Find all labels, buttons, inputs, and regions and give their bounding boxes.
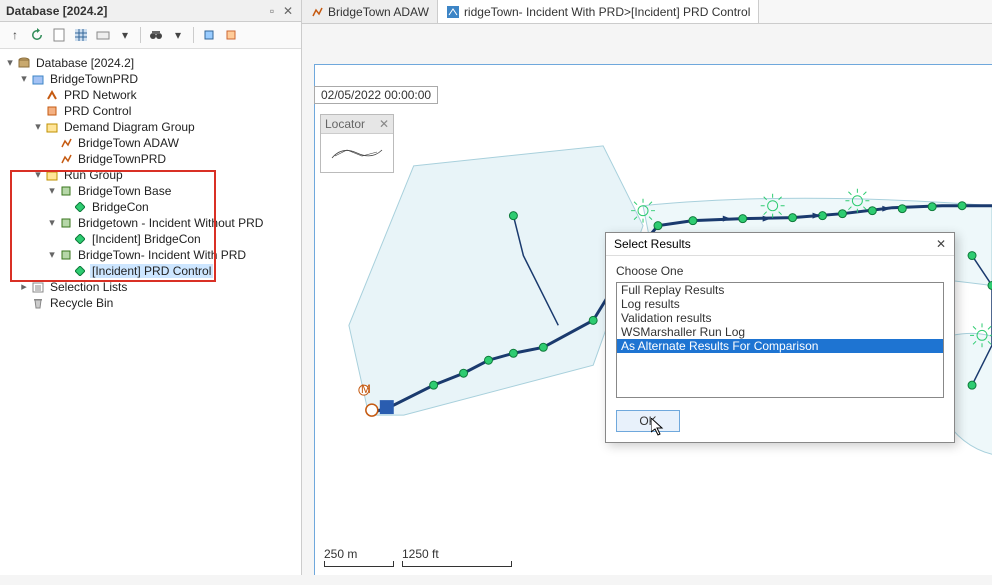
- list-item[interactable]: Validation results: [617, 311, 943, 325]
- tree-adaw[interactable]: BridgeTown ADAW: [4, 135, 297, 151]
- list-item[interactable]: WSMarshaller Run Log: [617, 325, 943, 339]
- doc-icon[interactable]: [50, 26, 68, 44]
- timestamp-value: 02/05/2022 00:00:00: [321, 88, 431, 102]
- result-icon: [72, 232, 88, 246]
- folder-icon: [30, 72, 46, 86]
- database-toolbar: ↑ ▾ ▾: [0, 22, 301, 49]
- tree-run2c[interactable]: [Incident] BridgeCon: [4, 231, 297, 247]
- tree-network[interactable]: PRD Network: [4, 87, 297, 103]
- tree-label: BridgeTown- Incident With PRD: [76, 248, 248, 262]
- tool-a-icon[interactable]: [200, 26, 218, 44]
- refresh-icon[interactable]: [28, 26, 46, 44]
- tab-label: BridgeTown ADAW: [328, 5, 429, 19]
- tree-label: Demand Diagram Group: [62, 120, 197, 134]
- tree-run1[interactable]: ▾ BridgeTown Base: [4, 183, 297, 199]
- tree-label: [Incident] BridgeCon: [90, 232, 203, 246]
- list-item[interactable]: As Alternate Results For Comparison: [617, 339, 943, 353]
- tree-label: Database [2024.2]: [34, 56, 136, 70]
- expander-icon[interactable]: ▾: [32, 122, 44, 133]
- panel-close-icon[interactable]: ✕: [281, 4, 295, 18]
- tree-label: BridgeCon: [90, 200, 151, 214]
- expander-icon[interactable]: ▾: [46, 250, 58, 261]
- ok-button[interactable]: OK: [616, 410, 680, 432]
- expander-icon[interactable]: ▾: [46, 186, 58, 197]
- tree-ddg[interactable]: ▾ Demand Diagram Group: [4, 119, 297, 135]
- tree-label: BridgeTown Base: [76, 184, 173, 198]
- scale-bar: 250 m 1250 ft: [324, 547, 512, 567]
- select-results-dialog: Select Results ✕ Choose One Full Replay …: [605, 232, 955, 443]
- results-listbox[interactable]: Full Replay Results Log results Validati…: [616, 282, 944, 398]
- tree-root[interactable]: ▾ Database [2024.2]: [4, 55, 297, 71]
- tree-run3[interactable]: ▾ BridgeTown- Incident With PRD: [4, 247, 297, 263]
- expander-icon[interactable]: ▾: [4, 58, 16, 69]
- database-icon: [16, 56, 32, 70]
- dialog-title: Select Results: [614, 237, 691, 251]
- tree-label: Selection Lists: [48, 280, 129, 294]
- expander-icon[interactable]: ▾: [32, 170, 44, 181]
- group-icon: [44, 120, 60, 134]
- close-icon[interactable]: ✕: [936, 237, 946, 251]
- nav-up-icon[interactable]: ↑: [6, 26, 24, 44]
- scale-1250ft: 1250 ft: [402, 547, 439, 561]
- dropdown-icon-2[interactable]: ▾: [169, 26, 187, 44]
- tree-label: Recycle Bin: [48, 296, 115, 310]
- tree-run1c[interactable]: BridgeCon: [4, 199, 297, 215]
- tree-label: BridgeTown ADAW: [76, 136, 181, 150]
- database-tree[interactable]: ▾ Database [2024.2] ▾ BridgeTownPRD PRD Ne…: [0, 49, 301, 575]
- list-icon: [30, 280, 46, 294]
- tree-run2[interactable]: ▾ Bridgetown - Incident Without PRD: [4, 215, 297, 231]
- group-icon: [44, 168, 60, 182]
- tree-label: BridgeTownPRD: [48, 72, 140, 86]
- tab-label: ridgeTown- Incident With PRD>[Incident] …: [464, 5, 750, 19]
- tree-label: Bridgetown - Incident Without PRD: [76, 216, 265, 230]
- list-item[interactable]: Log results: [617, 297, 943, 311]
- expander-icon[interactable]: ▾: [18, 74, 30, 85]
- chart-icon: [58, 152, 74, 166]
- dropdown-icon[interactable]: ▾: [116, 26, 134, 44]
- tool-b-icon[interactable]: [222, 26, 240, 44]
- tree-prd[interactable]: ▾ BridgeTownPRD: [4, 71, 297, 87]
- tree-label: PRD Network: [62, 88, 139, 102]
- bin-icon: [30, 296, 46, 310]
- tree-label: Run Group: [62, 168, 125, 182]
- run-icon: [58, 216, 74, 230]
- tree-control[interactable]: PRD Control: [4, 103, 297, 119]
- list-item[interactable]: Full Replay Results: [617, 283, 943, 297]
- chart-icon: [58, 136, 74, 150]
- view-icon[interactable]: [94, 26, 112, 44]
- result-icon: [72, 264, 88, 278]
- map-icon: [446, 5, 460, 19]
- tree-recycle-bin[interactable]: Recycle Bin: [4, 295, 297, 311]
- control-icon: [44, 104, 60, 118]
- svg-text:M: M: [361, 382, 371, 396]
- run-icon: [58, 248, 74, 262]
- tree-label: BridgeTownPRD: [76, 152, 168, 166]
- tree-ddg-prd[interactable]: BridgeTownPRD: [4, 151, 297, 167]
- tree-run3c[interactable]: [Incident] PRD Control: [4, 263, 297, 279]
- tab-bar: BridgeTown ADAW ridgeTown- Incident With…: [302, 0, 992, 24]
- dialog-label: Choose One: [616, 264, 944, 278]
- tree-rungroup[interactable]: ▾ Run Group: [4, 167, 297, 183]
- network-icon: [44, 88, 60, 102]
- panel-pin-icon[interactable]: ▫: [265, 4, 279, 18]
- database-panel-title: Database [2024.2]: [6, 4, 263, 18]
- tree-selection-lists[interactable]: ▸ Selection Lists: [4, 279, 297, 295]
- binoculars-icon[interactable]: [147, 26, 165, 44]
- database-panel-header: Database [2024.2] ▫ ✕: [0, 0, 301, 22]
- grid-icon[interactable]: [72, 26, 90, 44]
- scale-250m: 250 m: [324, 547, 357, 561]
- ok-button-label: OK: [639, 414, 656, 428]
- result-icon: [72, 200, 88, 214]
- tree-label: [Incident] PRD Control: [90, 264, 213, 278]
- run-icon: [58, 184, 74, 198]
- tree-label: PRD Control: [62, 104, 133, 118]
- timestamp-box[interactable]: 02/05/2022 00:00:00: [314, 86, 438, 104]
- expander-icon[interactable]: ▸: [18, 282, 30, 293]
- chart-icon: [310, 5, 324, 19]
- tab-incident[interactable]: ridgeTown- Incident With PRD>[Incident] …: [438, 0, 759, 23]
- tab-adaw[interactable]: BridgeTown ADAW: [302, 0, 438, 23]
- expander-icon[interactable]: ▾: [46, 218, 58, 229]
